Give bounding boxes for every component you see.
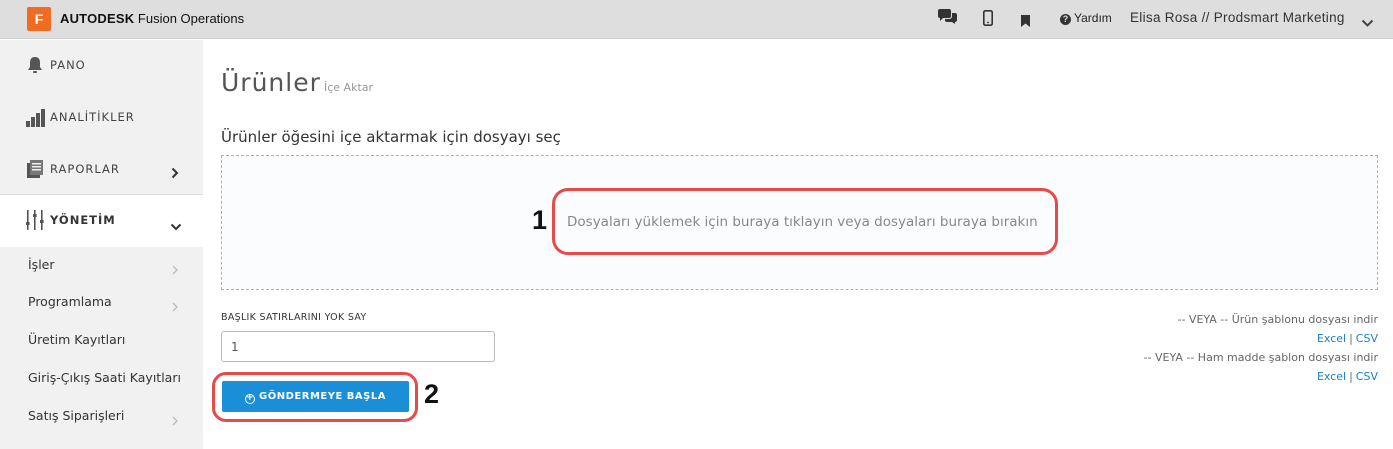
product-template-csv-link[interactable]: CSV	[1356, 332, 1378, 345]
chevron-down-icon[interactable]	[1361, 13, 1374, 32]
top-bar: F AUTODESK Fusion Operations ? Yardım Eli…	[0, 0, 1393, 39]
choose-file-heading: Ürünler öğesini içe aktarmak için dosyay…	[221, 128, 561, 146]
help-link[interactable]: ? Yardım	[1060, 11, 1112, 25]
sidebar-item-analitikler[interactable]: ANALİTİKLER	[0, 92, 203, 144]
sidebar-subitem-label: Üretim Kayıtları	[28, 332, 126, 347]
chevron-down-icon	[170, 216, 182, 235]
chevron-right-icon	[171, 164, 179, 183]
product-template-links: Excel | CSV	[1144, 329, 1378, 348]
annotation-marker-1: 1	[532, 205, 548, 235]
ignore-header-rows-label: BAŞLIK SATIRLARINI YOK SAY	[221, 312, 367, 323]
sidebar-item-pano[interactable]: PANO	[0, 40, 203, 92]
sidebar-item-yonetim[interactable]: YÖNETİM	[0, 195, 203, 247]
report-icon	[26, 160, 44, 182]
product-template-text: -- VEYA -- Ürün şablonu dosyası indir	[1177, 313, 1379, 326]
raw-template-excel-link[interactable]: Excel	[1317, 370, 1346, 383]
sidebar-subitem-uretim-kayitlari[interactable]: Üretim Kayıtları	[0, 321, 203, 359]
link-separator: |	[1349, 370, 1353, 383]
brand-name[interactable]: AUTODESK Fusion Operations	[60, 11, 244, 26]
raw-template-csv-link[interactable]: CSV	[1356, 370, 1378, 383]
sidebar-subitem-satis-siparisleri[interactable]: Satış Siparişleri	[0, 397, 203, 435]
bar-chart-icon	[26, 108, 46, 132]
mobile-phone-icon[interactable]	[983, 10, 993, 30]
sidebar-subitem-label: Satış Siparişleri	[28, 408, 125, 423]
sidebar-subitem-giris-cikis[interactable]: Giriş-Çıkış Saati Kayıtları	[0, 359, 203, 397]
page-title: Ürünler	[221, 68, 321, 97]
page-subtitle: İçe Aktar	[324, 81, 374, 94]
sidebar-item-raporlar[interactable]: RAPORLAR	[0, 144, 203, 196]
sidebar-item-label: YÖNETİM	[50, 213, 116, 227]
sidebar-subitem-label: Programlama	[28, 294, 112, 309]
help-icon: ?	[1060, 14, 1071, 25]
sidebar-item-label: RAPORLAR	[50, 162, 120, 176]
user-menu[interactable]: Elisa Rosa // Prodsmart Marketing	[1130, 10, 1345, 25]
bookmark-icon[interactable]	[1021, 12, 1030, 31]
raw-template-text: -- VEYA -- Ham madde şablon dosyası indi…	[1143, 351, 1378, 364]
sidebar: PANO ANALİTİKLER RAPORLAR YÖNETİM İşler …	[0, 40, 203, 449]
product-template-excel-link[interactable]: Excel	[1317, 332, 1346, 345]
ignore-header-rows-input[interactable]	[221, 331, 495, 362]
chevron-right-icon	[172, 297, 178, 316]
annotation-highlight-2	[212, 372, 418, 422]
sidebar-item-label: ANALİTİKLER	[50, 110, 135, 124]
chat-bubbles-icon[interactable]	[937, 9, 958, 29]
bell-icon	[26, 56, 44, 78]
sidebar-subitem-isler[interactable]: İşler	[0, 246, 203, 284]
link-separator: |	[1349, 332, 1353, 345]
sidebar-item-label: PANO	[50, 58, 86, 72]
annotation-highlight-1	[552, 188, 1058, 255]
help-label: Yardım	[1074, 11, 1112, 25]
chevron-right-icon	[172, 411, 178, 430]
brand-name-rest: Fusion Operations	[134, 11, 245, 26]
brand-name-bold: AUTODESK	[60, 11, 135, 26]
chevron-right-icon	[172, 260, 178, 279]
sliders-icon	[26, 210, 44, 234]
sidebar-subitem-label: İşler	[28, 257, 55, 272]
sidebar-subitem-label: Giriş-Çıkış Saati Kayıtları	[28, 370, 181, 385]
template-download-links: -- VEYA -- Ürün şablonu dosyası indir Ex…	[1144, 310, 1378, 386]
raw-template-links: Excel | CSV	[1144, 367, 1378, 386]
fusion-logo-icon[interactable]: F	[27, 7, 51, 31]
annotation-marker-2: 2	[424, 379, 440, 409]
sidebar-subitem-programlama[interactable]: Programlama	[0, 283, 203, 321]
